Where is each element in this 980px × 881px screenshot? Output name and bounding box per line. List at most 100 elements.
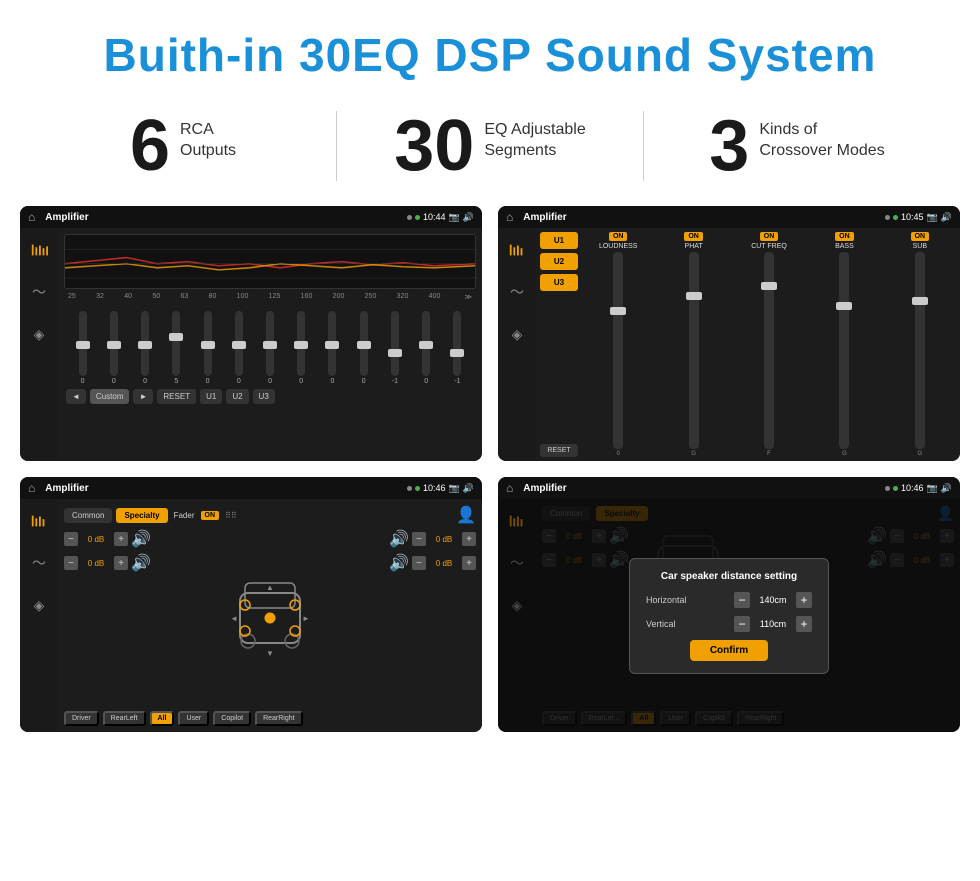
eq-custom-button[interactable]: Custom — [90, 389, 130, 404]
speaker-right-icon: 🔊 — [389, 529, 409, 549]
dsp-channel-phat: ON PHAT G — [657, 232, 729, 457]
confirm-button[interactable]: Confirm — [690, 640, 768, 661]
eq-sidebar-speaker[interactable]: ◈ — [25, 320, 53, 348]
cross-settings-icon[interactable]: 👤 — [456, 505, 476, 525]
cross-user-button[interactable]: User — [178, 711, 209, 726]
stat-eq: 30 EQ Adjustable Segments — [347, 110, 633, 182]
eq-status-icons: 10:44 📷 🔊 — [407, 212, 474, 223]
cross-status-bar: ⌂ Amplifier 10:46 📷 🔊 — [20, 477, 482, 499]
cutfreq-name: CUT FREQ — [751, 243, 787, 250]
loudness-slider[interactable] — [613, 252, 623, 449]
stat-divider-2 — [643, 111, 644, 181]
car-diagram-svg: ▲ ▼ ◄ ► — [220, 573, 320, 663]
screen-distance: ⌂ Amplifier 10:46 📷 🔊 〜 ◈ Common — [498, 477, 960, 732]
cutfreq-on-badge: ON — [760, 232, 779, 241]
dialog-overlay: Car speaker distance setting Horizontal … — [498, 499, 960, 732]
cross-rearleft-button[interactable]: RearLeft — [103, 711, 146, 726]
cross-tab-specialty[interactable]: Specialty — [116, 508, 167, 523]
eq-app-title: Amplifier — [45, 212, 401, 223]
eq-slider-1: 0 — [68, 311, 97, 385]
dsp-sidebar-wave[interactable]: 〜 — [503, 278, 531, 306]
speaker-left-icon: 🔊 — [131, 529, 151, 549]
cross-sidebar-eq[interactable] — [25, 507, 53, 535]
loudness-value: 0 — [617, 451, 620, 457]
dsp-main-area: U1 U2 U3 RESET ON LOUDNESS 0 ON — [536, 228, 960, 461]
bass-name: BASS — [835, 243, 854, 250]
dialog-vertical-ctrl: − 110cm + — [734, 616, 812, 632]
cross-left-db1-minus[interactable]: − — [64, 532, 78, 546]
dsp-screen-content: 〜 ◈ U1 U2 U3 RESET ON LOUDNESS 0 — [498, 228, 960, 461]
dsp-sidebar-eq[interactable] — [503, 236, 531, 264]
eq-slider-6: 0 — [224, 311, 253, 385]
sub-slider[interactable] — [915, 252, 925, 449]
eq-controls: ◄ Custom ► RESET U1 U2 U3 — [64, 389, 476, 404]
eq-u2-button[interactable]: U2 — [226, 389, 248, 404]
dist-home-icon: ⌂ — [506, 481, 513, 495]
cross-sidebar-wave[interactable]: 〜 — [25, 549, 53, 577]
cross-right-db2-plus[interactable]: + — [462, 556, 476, 570]
dialog-horizontal-plus[interactable]: + — [796, 592, 812, 608]
eq-slider-3: 0 — [130, 311, 159, 385]
dialog-vertical-plus[interactable]: + — [796, 616, 812, 632]
eq-sidebar-eq[interactable] — [25, 236, 53, 264]
cross-right-db1-plus[interactable]: + — [462, 532, 476, 546]
eq-graph — [64, 234, 476, 289]
dist-time: 10:46 — [901, 483, 924, 493]
cross-time: 10:46 — [423, 483, 446, 493]
cross-side-icons: 〜 ◈ — [20, 499, 58, 732]
cross-camera-icon: 📷 — [449, 483, 460, 494]
cutfreq-slider[interactable] — [764, 252, 774, 449]
cross-tabs: Common Specialty — [64, 508, 168, 523]
cutfreq-value: F — [767, 451, 771, 457]
cross-right-db1-minus[interactable]: − — [412, 532, 426, 546]
eq-slider-13: -1 — [443, 311, 472, 385]
cross-right-db2-minus[interactable]: − — [412, 556, 426, 570]
dialog-vertical-row: Vertical − 110cm + — [646, 616, 812, 632]
phat-slider[interactable] — [689, 252, 699, 449]
dist-status-icons: 10:46 📷 🔊 — [885, 483, 952, 494]
eq-slider-7: 0 — [255, 311, 284, 385]
stat-eq-label: EQ Adjustable Segments — [484, 110, 585, 162]
cross-copilot-button[interactable]: Copilot — [213, 711, 251, 726]
cross-driver-button[interactable]: Driver — [64, 711, 99, 726]
cross-rearright-button[interactable]: RearRight — [255, 711, 303, 726]
eq-prev-button[interactable]: ◄ — [66, 389, 86, 404]
dist-dot-1 — [885, 486, 890, 491]
dsp-preset-u3[interactable]: U3 — [540, 274, 578, 291]
eq-freq-labels: 25 32 40 50 63 80 100 125 160 200 250 32… — [64, 293, 476, 301]
cross-left-db2-value: 0 dB — [81, 559, 111, 568]
cross-sidebar-speaker[interactable]: ◈ — [25, 591, 53, 619]
dsp-preset-u2[interactable]: U2 — [540, 253, 578, 270]
eq-u1-button[interactable]: U1 — [200, 389, 222, 404]
phat-value: G — [691, 451, 696, 457]
dsp-channel-bass: ON BASS G — [808, 232, 880, 457]
sub-name: SUB — [913, 243, 927, 250]
stats-row: 6 RCA Outputs 30 EQ Adjustable Segments … — [0, 100, 980, 206]
cross-left-db1-plus[interactable]: + — [114, 532, 128, 546]
cross-left-db2-plus[interactable]: + — [114, 556, 128, 570]
cross-left-db2-minus[interactable]: − — [64, 556, 78, 570]
dialog-horizontal-minus[interactable]: − — [734, 592, 750, 608]
cross-all-button[interactable]: All — [150, 711, 175, 726]
eq-next-button[interactable]: ► — [133, 389, 153, 404]
eq-time: 10:44 — [423, 212, 446, 222]
eq-reset-button[interactable]: RESET — [157, 389, 196, 404]
cross-tab-common[interactable]: Common — [64, 508, 112, 523]
cross-app-title: Amplifier — [45, 483, 401, 494]
eq-sidebar-wave[interactable]: 〜 — [25, 278, 53, 306]
eq-sliders: 0 0 0 5 0 0 0 0 0 0 -1 0 -1 — [64, 305, 476, 385]
dsp-sidebar-speaker[interactable]: ◈ — [503, 320, 531, 348]
dist-volume-icon: 🔊 — [941, 483, 952, 494]
dsp-channel-loudness: ON LOUDNESS 0 — [582, 232, 654, 457]
screen-dsp: ⌂ Amplifier 10:45 📷 🔊 〜 ◈ U1 U2 — [498, 206, 960, 461]
dsp-time: 10:45 — [901, 212, 924, 222]
dialog-vertical-minus[interactable]: − — [734, 616, 750, 632]
dsp-reset-button[interactable]: RESET — [540, 444, 578, 457]
header: Buith-in 30EQ DSP Sound System — [0, 0, 980, 100]
dsp-preset-u1[interactable]: U1 — [540, 232, 578, 249]
bass-slider[interactable] — [839, 252, 849, 449]
speaker-rear-right-icon: 🔊 — [389, 553, 409, 573]
home-icon: ⌂ — [28, 210, 35, 224]
stat-rca-number: 6 — [130, 110, 170, 182]
eq-u3-button[interactable]: U3 — [253, 389, 275, 404]
